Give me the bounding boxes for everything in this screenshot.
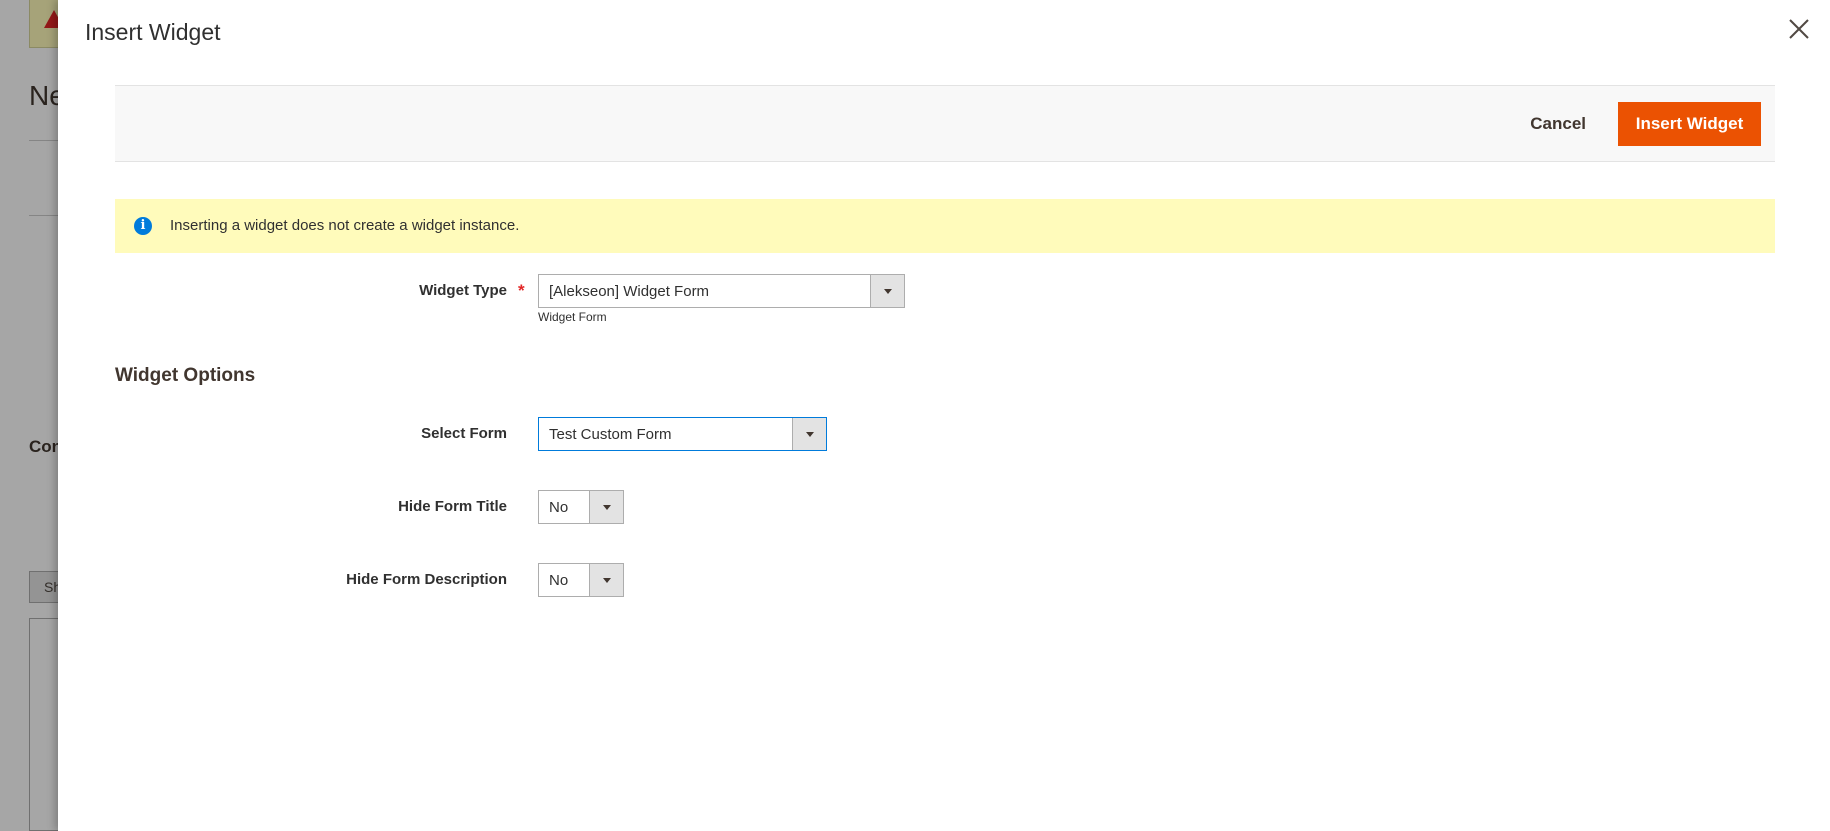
hide-form-description-label: Hide Form Description (346, 571, 507, 588)
modal-title: Insert Widget (85, 19, 221, 45)
hide-form-title-value: No (549, 499, 569, 516)
select-form-value: Test Custom Form (549, 426, 672, 443)
select-form-label: Select Form (421, 425, 507, 442)
hide-form-description-value: No (549, 572, 569, 589)
insert-widget-button[interactable]: Insert Widget (1618, 102, 1761, 146)
close-icon[interactable] (1784, 14, 1814, 44)
chevron-down-icon (870, 275, 904, 307)
chevron-down-icon (589, 491, 623, 523)
chevron-down-icon (589, 564, 623, 596)
hide-form-title-label: Hide Form Title (398, 498, 507, 515)
cancel-button[interactable]: Cancel (1530, 113, 1586, 135)
modal-action-bar: Cancel Insert Widget (115, 85, 1775, 162)
select-form-select[interactable]: Test Custom Form (538, 417, 827, 451)
info-message: i Inserting a widget does not create a w… (115, 199, 1775, 253)
required-indicator: * (518, 281, 525, 300)
info-icon: i (134, 217, 152, 235)
insert-widget-modal: Insert Widget Cancel Insert Widget i Ins… (58, 0, 1830, 831)
widget-options-heading: Widget Options (115, 365, 256, 386)
widget-type-value: [Alekseon] Widget Form (549, 283, 710, 300)
info-message-text: Inserting a widget does not create a wid… (170, 217, 520, 234)
hide-form-description-select[interactable]: No (538, 563, 624, 597)
widget-type-label: Widget Type (419, 282, 507, 299)
widget-type-select[interactable]: [Alekseon] Widget Form (538, 274, 905, 308)
widget-type-note: Widget Form (538, 310, 607, 324)
chevron-down-icon (792, 418, 826, 450)
hide-form-title-select[interactable]: No (538, 490, 624, 524)
